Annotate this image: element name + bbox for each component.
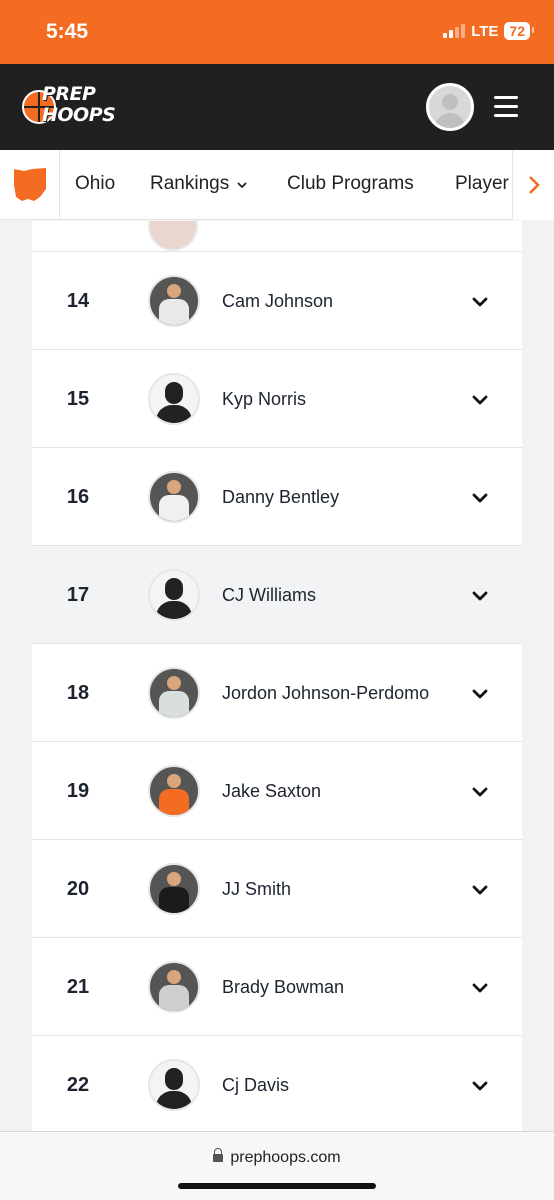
player-rank: 19	[66, 780, 90, 802]
nav-item-rankings[interactable]: Rankings	[150, 173, 247, 195]
chevron-down-icon[interactable]	[472, 491, 488, 509]
player-photo	[148, 961, 200, 1013]
nav-item-ohio[interactable]: Ohio	[75, 173, 115, 195]
player-placeholder-icon	[148, 1059, 200, 1111]
browser-url-bar[interactable]: prephoops.com	[0, 1131, 554, 1200]
ohio-state-icon[interactable]	[0, 150, 60, 220]
player-rank: 15	[66, 388, 90, 410]
table-row[interactable]: 17 CJ Williams	[32, 546, 522, 644]
player-photo	[148, 863, 200, 915]
home-indicator[interactable]	[178, 1183, 376, 1189]
player-name[interactable]: Jordon Johnson-Perdomo	[222, 683, 429, 704]
nav-item-club-programs[interactable]: Club Programs	[287, 173, 414, 195]
table-row[interactable]: 18 Jordon Johnson-Perdomo	[32, 644, 522, 742]
player-photo	[148, 221, 198, 251]
chevron-down-icon[interactable]	[472, 393, 488, 411]
table-row[interactable]: 22 Cj Davis	[32, 1036, 522, 1131]
player-name[interactable]: Cam Johnson	[222, 291, 333, 312]
player-rank: 14	[66, 290, 90, 312]
lock-icon	[213, 1148, 224, 1162]
hamburger-menu-icon[interactable]	[494, 96, 518, 118]
table-row[interactable]: 14 Cam Johnson	[32, 252, 522, 350]
table-row[interactable]: 20 JJ Smith	[32, 840, 522, 938]
chevron-down-icon[interactable]	[472, 883, 488, 901]
player-rank: 17	[66, 584, 90, 606]
player-name[interactable]: Kyp Norris	[222, 389, 306, 410]
player-rank: 16	[66, 486, 90, 508]
signal-icon	[443, 24, 466, 38]
chevron-down-icon[interactable]	[472, 589, 488, 607]
player-photo	[148, 471, 200, 523]
rankings-list: 14 Cam Johnson 15 Kyp Norris 16 Danny Bentley…	[32, 221, 522, 1131]
status-bar: 5:45 LTE 72	[0, 0, 554, 64]
nav-scroll-right-button[interactable]	[512, 150, 554, 220]
site-header: PREP HOOPS	[0, 64, 554, 150]
player-photo	[148, 667, 200, 719]
status-time: 5:45	[46, 20, 89, 43]
player-rank: 20	[66, 878, 90, 900]
player-name[interactable]: Danny Bentley	[222, 487, 339, 508]
battery-icon: 72	[504, 22, 534, 40]
player-rank: 18	[66, 682, 90, 704]
player-name[interactable]: JJ Smith	[222, 879, 291, 900]
player-photo	[148, 765, 200, 817]
chevron-down-icon[interactable]	[472, 785, 488, 803]
chevron-right-icon	[529, 176, 540, 194]
logo-text: PREP HOOPS	[42, 83, 116, 126]
player-name[interactable]: Jake Saxton	[222, 781, 321, 802]
chevron-down-icon	[237, 173, 247, 195]
nav-item-players[interactable]: Player	[455, 173, 509, 195]
table-row[interactable]: 21 Brady Bowman	[32, 938, 522, 1036]
table-row-partial[interactable]	[32, 221, 522, 252]
status-indicators: LTE 72	[443, 22, 534, 40]
player-name[interactable]: CJ Williams	[222, 585, 316, 606]
player-rank: 21	[66, 976, 90, 998]
player-placeholder-icon	[148, 569, 200, 621]
chevron-down-icon[interactable]	[472, 295, 488, 313]
table-row[interactable]: 16 Danny Bentley	[32, 448, 522, 546]
network-label: LTE	[471, 22, 499, 40]
player-rank: 22	[66, 1074, 90, 1096]
chevron-down-icon[interactable]	[472, 687, 488, 705]
url-display[interactable]: prephoops.com	[0, 1148, 554, 1167]
player-name[interactable]: Cj Davis	[222, 1075, 289, 1096]
player-name[interactable]: Brady Bowman	[222, 977, 344, 998]
prep-hoops-logo[interactable]: PREP HOOPS	[22, 84, 128, 132]
nav-items: Ohio Rankings Club Programs Player	[60, 150, 512, 220]
player-placeholder-icon	[148, 373, 200, 425]
chevron-down-icon[interactable]	[472, 1079, 488, 1097]
sub-navigation: Ohio Rankings Club Programs Player	[0, 150, 554, 220]
chevron-down-icon[interactable]	[472, 981, 488, 999]
table-row[interactable]: 19 Jake Saxton	[32, 742, 522, 840]
user-avatar[interactable]	[426, 83, 474, 131]
player-photo	[148, 275, 200, 327]
table-row[interactable]: 15 Kyp Norris	[32, 350, 522, 448]
